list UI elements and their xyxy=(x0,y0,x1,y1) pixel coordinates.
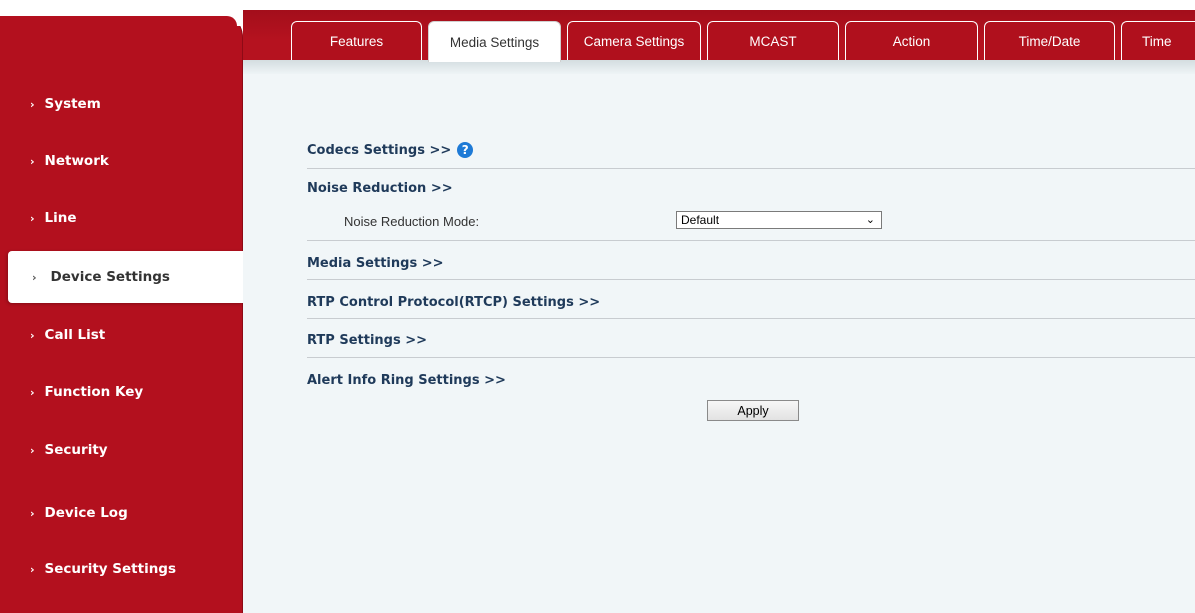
section-alert-info-ring-settings[interactable]: Alert Info Ring Settings >> xyxy=(307,371,1195,389)
select-value: Default xyxy=(681,213,720,227)
sidebar-item-label: Network xyxy=(44,153,109,169)
sidebar-item-device-settings[interactable]: › Device Settings xyxy=(8,251,243,303)
tab-media-settings[interactable]: Media Settings xyxy=(428,21,561,62)
tab-time[interactable]: Time xyxy=(1121,21,1195,60)
chevron-right-icon: › xyxy=(30,97,35,111)
section-rtcp-settings[interactable]: RTP Control Protocol(RTCP) Settings >> xyxy=(307,293,1195,311)
section-noise-reduction[interactable]: Noise Reduction >> xyxy=(307,179,1195,197)
chevron-right-icon: › xyxy=(30,154,35,168)
chevron-right-icon: › xyxy=(30,211,35,225)
sidebar-item-label: Security Settings xyxy=(44,561,177,577)
sidebar-item-line[interactable]: › Line xyxy=(0,192,243,244)
sidebar-item-security[interactable]: › Security xyxy=(0,424,243,476)
divider xyxy=(307,168,1195,169)
chevron-right-icon: › xyxy=(30,443,35,457)
sidebar-item-function-key[interactable]: › Function Key xyxy=(0,366,243,418)
sidebar-item-label: Device Log xyxy=(44,505,128,521)
sidebar-item-system[interactable]: › System xyxy=(0,78,243,130)
chevron-right-icon: › xyxy=(30,385,35,399)
section-title: RTP Control Protocol(RTCP) Settings >> xyxy=(307,294,601,310)
section-title: Codecs Settings >> xyxy=(307,142,452,158)
sidebar-item-network[interactable]: › Network xyxy=(0,135,243,187)
section-media-settings[interactable]: Media Settings >> xyxy=(307,254,1195,272)
chevron-right-icon: › xyxy=(30,562,35,576)
section-title: Noise Reduction >> xyxy=(307,180,453,196)
tab-camera-settings[interactable]: Camera Settings xyxy=(567,21,701,60)
section-rtp-settings[interactable]: RTP Settings >> xyxy=(307,331,1195,349)
noise-reduction-mode-label: Noise Reduction Mode: xyxy=(344,214,480,229)
sidebar-item-device-log[interactable]: › Device Log xyxy=(0,487,243,539)
chevron-right-icon: › xyxy=(30,328,35,342)
apply-button[interactable]: Apply xyxy=(707,400,799,421)
sidebar-item-label: Device Settings xyxy=(50,269,170,285)
section-title: Media Settings >> xyxy=(307,255,444,271)
chevron-down-icon: ⌄ xyxy=(865,214,875,226)
sidebar-item-call-list[interactable]: › Call List xyxy=(0,309,243,361)
section-title: RTP Settings >> xyxy=(307,332,428,348)
sidebar-item-label: Function Key xyxy=(44,384,144,400)
section-title: Alert Info Ring Settings >> xyxy=(307,372,506,388)
tab-mcast[interactable]: MCAST xyxy=(707,21,839,60)
divider xyxy=(307,240,1195,241)
divider xyxy=(307,357,1195,358)
sidebar-item-security-settings[interactable]: › Security Settings xyxy=(0,543,243,595)
tab-action[interactable]: Action xyxy=(845,21,978,60)
tab-features[interactable]: Features xyxy=(291,21,422,60)
tab-bar-shadow xyxy=(243,60,1195,74)
help-icon[interactable]: ? xyxy=(457,142,474,158)
divider xyxy=(307,318,1195,319)
divider xyxy=(307,279,1195,280)
tab-strip: Features Media Settings Camera Settings … xyxy=(291,21,1195,62)
sidebar-item-label: Security xyxy=(44,442,108,458)
chevron-right-icon: › xyxy=(32,270,37,284)
sidebar-item-label: Call List xyxy=(44,327,106,343)
noise-reduction-mode-select[interactable]: Default ⌄ xyxy=(676,211,882,229)
section-codecs-settings[interactable]: Codecs Settings >> ? xyxy=(307,140,1195,160)
tab-time-date[interactable]: Time/Date xyxy=(984,21,1115,60)
sidebar-item-label: Line xyxy=(44,210,77,226)
sidebar-item-label: System xyxy=(44,96,101,112)
chevron-right-icon: › xyxy=(30,506,35,520)
